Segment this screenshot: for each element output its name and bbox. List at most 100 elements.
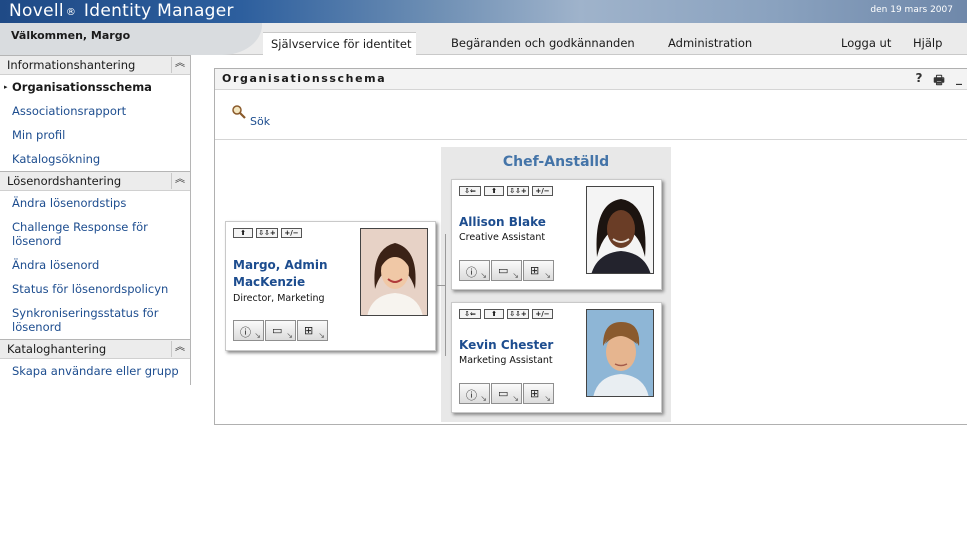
logout-link[interactable]: Logga ut: [833, 32, 899, 55]
minimize-icon[interactable]: _: [953, 71, 965, 92]
person-name[interactable]: Kevin Chester: [459, 337, 553, 354]
email-button[interactable]: ▭ ↘: [491, 383, 522, 404]
person-title: Director, Marketing: [233, 293, 325, 304]
email-button[interactable]: ▭ ↘: [265, 320, 296, 341]
section-title: Lösenordshantering: [7, 174, 122, 188]
hierarchy-icon: ⊞: [530, 387, 540, 400]
sidebar-section-password[interactable]: Lösenordshantering ︽: [0, 171, 190, 191]
dropdown-arrow-icon: ↘: [544, 271, 551, 280]
sidebar: Informationshantering ︽ ▸ Organisationss…: [0, 55, 191, 385]
dropdown-arrow-icon: ↘: [286, 331, 293, 340]
person-name[interactable]: Margo, Admin MacKenzie: [233, 257, 343, 291]
info-button[interactable]: ⓘ ↘: [459, 383, 490, 404]
print-icon[interactable]: 🖶: [933, 71, 945, 92]
header-date: den 19 mars 2007: [870, 5, 953, 15]
sidebar-item-password-policy-status[interactable]: Status för lösenordspolicyn: [0, 277, 190, 301]
help-link[interactable]: Hjälp: [905, 32, 950, 55]
relationship-title: Chef-Anställd: [502, 154, 610, 170]
connector-line: [437, 285, 445, 286]
sidebar-item-label: Organisationsschema: [12, 80, 152, 94]
sidebar-item-my-profile[interactable]: Min profil: [0, 123, 190, 147]
sidebar-item-challenge-response[interactable]: Challenge Response för lösenord: [0, 215, 180, 253]
tab-self-service[interactable]: Självservice för identitet: [263, 32, 416, 55]
show-reports-icon[interactable]: ⇩⇩+: [507, 186, 529, 196]
portlet-toolbar: Sök: [215, 90, 967, 140]
dropdown-arrow-icon: ↘: [480, 394, 487, 403]
dropdown-arrow-icon: ↘: [254, 331, 261, 340]
collapse-icon[interactable]: ︽: [171, 341, 188, 357]
info-icon: ⓘ: [466, 389, 477, 402]
dropdown-arrow-icon: ↘: [544, 394, 551, 403]
person-photo: [360, 228, 428, 316]
dropdown-arrow-icon: ↘: [480, 271, 487, 280]
email-icon: ▭: [498, 387, 509, 400]
top-navigation: Välkommen, Margo Självservice för identi…: [0, 23, 967, 55]
show-manager-chain-icon[interactable]: ⇩⇐: [459, 309, 481, 319]
portlet-title: Organisationsschema: [222, 72, 387, 85]
email-icon: ▭: [272, 324, 283, 337]
collapse-icon[interactable]: ︽: [171, 57, 188, 73]
email-icon: ▭: [498, 264, 509, 277]
sidebar-item-association-report[interactable]: Associationsrapport: [0, 99, 190, 123]
person-card-report[interactable]: ⇩⇐ ⬆ ⇩⇩+ +/− Allison Blake Creative Assi…: [451, 179, 662, 290]
hierarchy-icon: ⊞: [304, 324, 314, 337]
expand-collapse-icon[interactable]: +/−: [532, 186, 553, 196]
sidebar-item-create-user-group[interactable]: Skapa användare eller grupp: [0, 359, 190, 383]
sidebar-item-org-chart[interactable]: ▸ Organisationsschema: [0, 75, 190, 99]
show-reports-icon[interactable]: ⇩⇩+: [507, 309, 529, 319]
welcome-text: Välkommen, Margo: [11, 29, 131, 42]
tab-administration[interactable]: Administration: [660, 32, 760, 55]
show-reports-icon[interactable]: ⇩⇩+: [256, 228, 278, 238]
show-manager-icon[interactable]: ⬆: [484, 309, 504, 319]
org-chart-button[interactable]: ⊞ ↘: [523, 260, 554, 281]
search-icon[interactable]: [232, 105, 246, 119]
org-chart-portlet: Organisationsschema ? 🖶 _ Sök Chef-Anstä…: [214, 68, 967, 425]
dropdown-arrow-icon: ↘: [512, 271, 519, 280]
expand-collapse-icon[interactable]: +/−: [532, 309, 553, 319]
hierarchy-icon: ⊞: [530, 264, 540, 277]
sidebar-item-change-password-hint[interactable]: Ändra lösenordstips: [0, 191, 190, 215]
show-manager-icon[interactable]: ⬆: [484, 186, 504, 196]
info-icon: ⓘ: [240, 326, 251, 339]
person-card-report[interactable]: ⇩⇐ ⬆ ⇩⇩+ +/− Kevin Chester Marketing Ass…: [451, 302, 662, 413]
search-link[interactable]: Sök: [250, 115, 270, 128]
sidebar-item-password-sync-status[interactable]: Synkroniseringsstatus för lösenord: [0, 301, 180, 339]
person-card-manager[interactable]: ⬆ ⇩⇩+ +/− Margo, Admin MacKenzie Directo…: [225, 221, 436, 351]
section-title: Informationshantering: [7, 58, 136, 72]
tab-requests-approvals[interactable]: Begäranden och godkännanden: [443, 32, 643, 55]
sidebar-item-change-password[interactable]: Ändra lösenord: [0, 253, 190, 277]
bullet-icon: ▸: [4, 83, 8, 91]
info-icon: ⓘ: [466, 266, 477, 279]
sidebar-item-directory-search[interactable]: Katalogsökning: [0, 147, 190, 171]
dropdown-arrow-icon: ↘: [512, 394, 519, 403]
card-toolbar: ⇩⇐ ⬆ ⇩⇩+ +/−: [459, 186, 553, 196]
card-actions: ⓘ ↘ ▭ ↘ ⊞ ↘: [459, 260, 554, 281]
org-chart-button[interactable]: ⊞ ↘: [523, 383, 554, 404]
card-actions: ⓘ ↘ ▭ ↘ ⊞ ↘: [233, 320, 328, 341]
dropdown-arrow-icon: ↘: [318, 331, 325, 340]
portlet-titlebar: Organisationsschema ? 🖶 _: [215, 69, 967, 90]
show-manager-chain-icon[interactable]: ⇩⇐: [459, 186, 481, 196]
person-photo: [586, 186, 654, 274]
app-logo: Novell ® Identity Manager: [9, 1, 234, 21]
email-button[interactable]: ▭ ↘: [491, 260, 522, 281]
org-chart-button[interactable]: ⊞ ↘: [297, 320, 328, 341]
help-icon[interactable]: ?: [913, 71, 925, 92]
sidebar-section-directory[interactable]: Kataloghantering ︽: [0, 339, 190, 359]
app-header-bar: Novell ® Identity Manager den 19 mars 200…: [0, 0, 967, 23]
section-title: Kataloghantering: [7, 342, 107, 356]
person-title: Marketing Assistant: [459, 355, 553, 366]
info-button[interactable]: ⓘ ↘: [233, 320, 264, 341]
sidebar-section-information[interactable]: Informationshantering ︽: [0, 55, 190, 75]
connector-line: [445, 234, 446, 356]
card-toolbar: ⇩⇐ ⬆ ⇩⇩+ +/−: [459, 309, 553, 319]
person-name[interactable]: Allison Blake: [459, 214, 546, 231]
card-actions: ⓘ ↘ ▭ ↘ ⊞ ↘: [459, 383, 554, 404]
collapse-icon[interactable]: ︽: [171, 173, 188, 189]
person-photo: [586, 309, 654, 397]
card-toolbar: ⬆ ⇩⇩+ +/−: [233, 228, 302, 238]
person-title: Creative Assistant: [459, 232, 546, 243]
info-button[interactable]: ⓘ ↘: [459, 260, 490, 281]
show-manager-icon[interactable]: ⬆: [233, 228, 253, 238]
expand-collapse-icon[interactable]: +/−: [281, 228, 302, 238]
